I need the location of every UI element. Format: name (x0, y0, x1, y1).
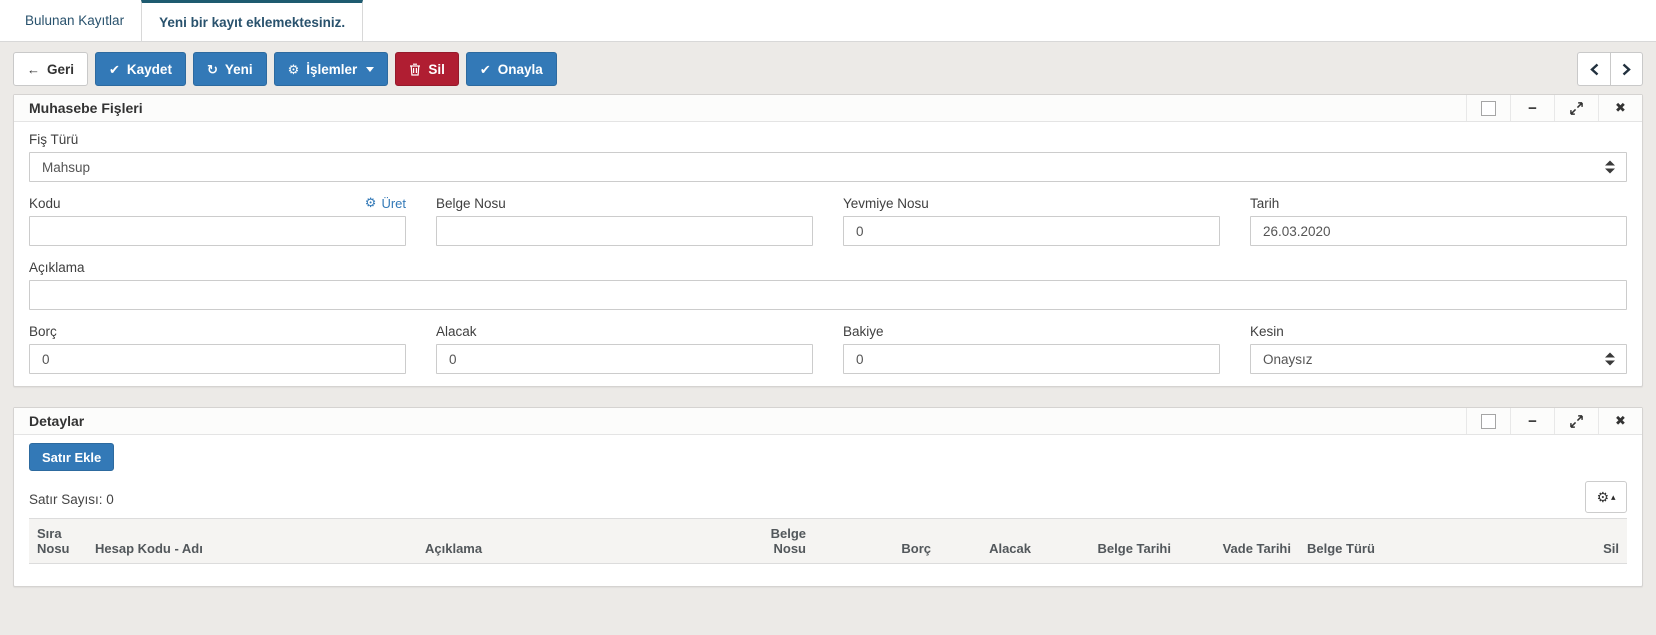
panel-close-button[interactable]: ✖ (1598, 95, 1642, 121)
panel-expand-button[interactable] (1554, 95, 1598, 121)
new-button[interactable]: ↻ Yeni (193, 52, 267, 86)
select-arrows-icon (1605, 161, 1615, 174)
column-borc[interactable]: Borç (814, 519, 939, 564)
belge-nosu-label: Belge Nosu (436, 196, 506, 211)
refresh-icon: ↻ (207, 63, 218, 76)
field-bakiye: Bakiye (843, 322, 1220, 374)
column-belge-turu[interactable]: Belge Türü (1299, 519, 1419, 564)
column-aciklama[interactable]: Açıklama (417, 519, 742, 564)
tab-new-record[interactable]: Yeni bir kayıt eklemektesiniz. (141, 0, 363, 41)
column-sira-nosu[interactable]: Sıra Nosu (29, 519, 87, 564)
column-belge-tarihi[interactable]: Belge Tarihi (1039, 519, 1179, 564)
kodu-label: Kodu (29, 196, 61, 211)
gear-icon: ⚙ (288, 63, 300, 76)
bakiye-input[interactable] (843, 344, 1220, 374)
generate-code-link[interactable]: ⚙ Üret (365, 195, 406, 211)
select-arrows-icon (1605, 353, 1615, 366)
voucher-panel-header: Muhasebe Fişleri − ✖ (14, 95, 1642, 122)
chevron-right-icon (1622, 63, 1631, 76)
save-button[interactable]: ✔ Kaydet (95, 52, 186, 86)
gear-icon: ⚙ (365, 195, 377, 211)
gear-icon: ⚙ (1596, 489, 1609, 506)
column-alacak[interactable]: Alacak (939, 519, 1039, 564)
alacak-label: Alacak (436, 324, 477, 339)
field-belge-nosu: Belge Nosu (436, 194, 813, 246)
details-panel-title: Detaylar (14, 408, 1466, 434)
delete-button[interactable]: Sil (395, 52, 459, 86)
panel-expand-button[interactable] (1554, 408, 1598, 434)
panel-select-checkbox[interactable] (1466, 95, 1510, 121)
details-table: Sıra Nosu Hesap Kodu - Adı Açıklama Belg… (29, 518, 1627, 564)
field-fis-turu: Fiş Türü Mahsup (29, 130, 1627, 182)
bakiye-label: Bakiye (843, 324, 884, 339)
kodu-input[interactable] (29, 216, 406, 246)
tab-found-records[interactable]: Bulunan Kayıtlar (8, 0, 141, 41)
aciklama-input[interactable] (29, 280, 1627, 310)
tab-bar: Bulunan Kayıtlar Yeni bir kayıt eklemekt… (0, 0, 1656, 42)
row-count-value: 0 (106, 492, 114, 507)
belge-nosu-input[interactable] (436, 216, 813, 246)
check-icon: ✔ (109, 63, 120, 76)
previous-record-button[interactable] (1577, 52, 1610, 86)
column-belge-nosu[interactable]: Belge Nosu (742, 519, 814, 564)
field-yevmiye-nosu: Yevmiye Nosu (843, 194, 1220, 246)
back-button[interactable]: ← Geri (13, 52, 88, 86)
expand-icon (1570, 415, 1583, 428)
approve-button[interactable]: ✔ Onayla (466, 52, 557, 86)
tarih-label: Tarih (1250, 196, 1279, 211)
kesin-label: Kesin (1250, 324, 1284, 339)
operations-dropdown-button[interactable]: ⚙ İşlemler (274, 52, 389, 86)
field-tarih: Tarih (1250, 194, 1627, 246)
checkbox-icon (1481, 414, 1496, 429)
field-kesin: Kesin Onaysız (1250, 322, 1627, 374)
column-sil[interactable]: Sil (1419, 519, 1627, 564)
expand-icon (1570, 102, 1583, 115)
caret-down-icon (366, 67, 374, 72)
borc-label: Borç (29, 324, 57, 339)
borc-input[interactable] (29, 344, 406, 374)
field-borc: Borç (29, 322, 406, 374)
voucher-panel: Muhasebe Fişleri − ✖ Fiş Türü Mahsup (13, 94, 1643, 387)
checkbox-icon (1481, 101, 1496, 116)
field-kodu: Kodu ⚙ Üret (29, 194, 406, 246)
record-pager (1577, 52, 1643, 86)
yevmiye-nosu-input[interactable] (843, 216, 1220, 246)
panel-select-checkbox[interactable] (1466, 408, 1510, 434)
alacak-input[interactable] (436, 344, 813, 374)
column-hesap-kodu-adi[interactable]: Hesap Kodu - Adı (87, 519, 417, 564)
toolbar: ← Geri ✔ Kaydet ↻ Yeni ⚙ İşlemler Sil ✔ … (13, 52, 1643, 86)
yevmiye-nosu-label: Yevmiye Nosu (843, 196, 929, 211)
tarih-input[interactable] (1250, 216, 1627, 246)
voucher-panel-title: Muhasebe Fişleri (14, 95, 1466, 121)
field-aciklama: Açıklama (29, 258, 1627, 310)
panel-collapse-button[interactable]: − (1510, 408, 1554, 434)
chevron-left-icon (1590, 63, 1599, 76)
trash-icon (409, 63, 421, 76)
panel-close-button[interactable]: ✖ (1598, 408, 1642, 434)
next-record-button[interactable] (1610, 52, 1643, 86)
grid-settings-button[interactable]: ⚙ ▴ (1585, 481, 1627, 513)
details-panel: Detaylar − ✖ Satır Ekle Satır Sayısı: 0 … (13, 407, 1643, 587)
details-table-header-row: Sıra Nosu Hesap Kodu - Adı Açıklama Belg… (29, 519, 1627, 564)
kesin-select[interactable]: Onaysız (1250, 344, 1627, 374)
panel-collapse-button[interactable]: − (1510, 95, 1554, 121)
fis-turu-label: Fiş Türü (29, 132, 78, 147)
caret-up-icon: ▴ (1611, 492, 1616, 503)
row-count-text: Satır Sayısı: 0 (29, 492, 114, 513)
fis-turu-select[interactable]: Mahsup (29, 152, 1627, 182)
arrow-left-icon: ← (27, 63, 40, 76)
aciklama-label: Açıklama (29, 260, 85, 275)
details-panel-body: Satır Ekle Satır Sayısı: 0 ⚙ ▴ (14, 435, 1642, 586)
check-icon: ✔ (480, 63, 491, 76)
add-row-button[interactable]: Satır Ekle (29, 443, 114, 471)
field-alacak: Alacak (436, 322, 813, 374)
details-panel-header: Detaylar − ✖ (14, 408, 1642, 435)
column-vade-tarihi[interactable]: Vade Tarihi (1179, 519, 1299, 564)
voucher-panel-body: Fiş Türü Mahsup Kodu ⚙ Üret (14, 122, 1642, 386)
